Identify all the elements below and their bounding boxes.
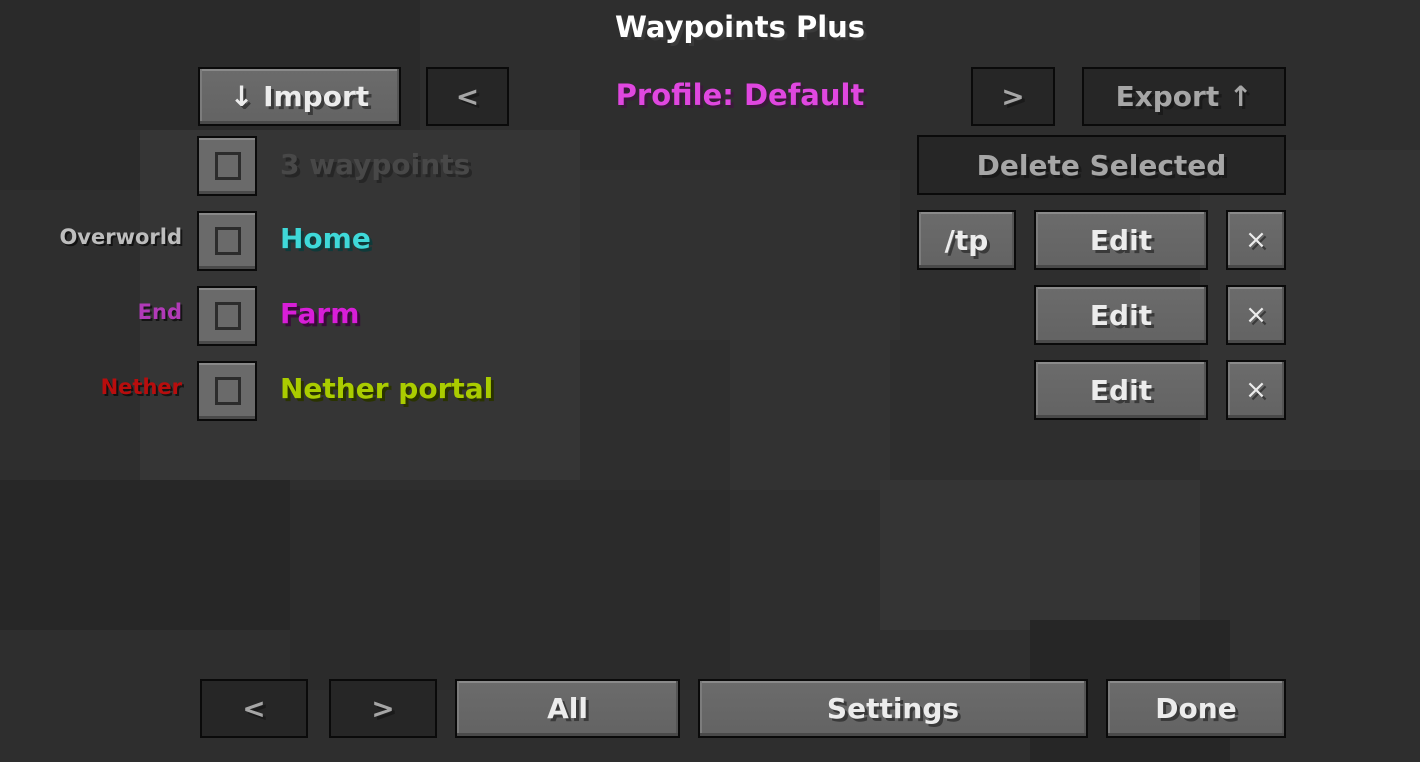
profile-label: Profile: Default	[615, 78, 865, 112]
waypoint-name: Farm	[280, 297, 360, 330]
waypoint-checkbox[interactable]	[197, 361, 257, 421]
screen-title: Waypoints Plus	[614, 10, 866, 44]
edit-waypoint-button[interactable]: Edit	[1034, 285, 1208, 345]
background-patch	[730, 320, 890, 490]
waypoint-name: Nether portal	[280, 372, 494, 405]
all-filter-button[interactable]: All	[455, 679, 680, 738]
background-patch	[0, 480, 290, 630]
done-button[interactable]: Done	[1106, 679, 1286, 738]
export-button[interactable]: Export ↑	[1082, 67, 1286, 126]
previous-page-button[interactable]: <	[200, 679, 308, 738]
waypoint-checkbox[interactable]	[197, 286, 257, 346]
delete-selected-button[interactable]: Delete Selected	[917, 135, 1286, 195]
background-patch	[290, 490, 730, 690]
edit-waypoint-button[interactable]: Edit	[1034, 210, 1208, 270]
waypoint-dimension: End	[137, 300, 182, 324]
select-all-checkbox[interactable]	[197, 136, 257, 196]
settings-button[interactable]: Settings	[698, 679, 1088, 738]
waypoint-name: Home	[280, 222, 371, 255]
edit-waypoint-button[interactable]: Edit	[1034, 360, 1208, 420]
delete-waypoint-button[interactable]: ×	[1226, 210, 1286, 270]
background-patch	[580, 170, 900, 340]
next-page-button[interactable]: >	[329, 679, 437, 738]
waypoint-count: 3 waypoints	[280, 148, 471, 181]
previous-profile-button[interactable]: <	[426, 67, 509, 126]
delete-waypoint-button[interactable]: ×	[1226, 285, 1286, 345]
next-profile-button[interactable]: >	[971, 67, 1055, 126]
waypoint-dimension: Nether	[100, 375, 182, 399]
waypoints-screen: Waypoints Plus ↓ Import < Profile: Defau…	[0, 0, 1420, 762]
waypoint-checkbox[interactable]	[197, 211, 257, 271]
waypoint-dimension: Overworld	[59, 225, 182, 249]
import-button[interactable]: ↓ Import	[198, 67, 401, 126]
teleport-button[interactable]: /tp	[917, 210, 1016, 270]
delete-waypoint-button[interactable]: ×	[1226, 360, 1286, 420]
background-patch	[880, 480, 1200, 630]
